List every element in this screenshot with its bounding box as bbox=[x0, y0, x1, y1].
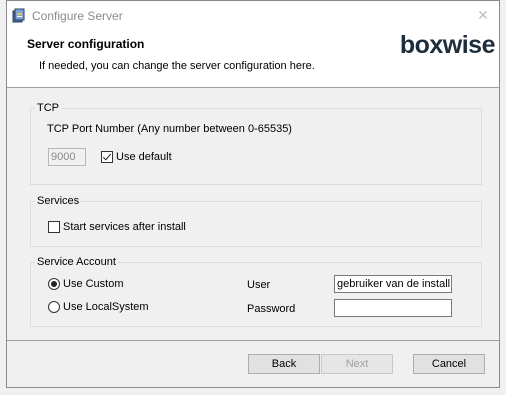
cancel-button[interactable]: Cancel bbox=[413, 354, 485, 374]
title-bar: Configure Server ✕ bbox=[7, 1, 499, 31]
page-subtitle: If needed, you can change the server con… bbox=[39, 60, 315, 72]
footer-divider bbox=[7, 340, 499, 341]
user-input[interactable]: gebruiker van de install bbox=[334, 275, 452, 293]
page-title: Server configuration bbox=[27, 37, 145, 51]
installer-icon bbox=[12, 8, 25, 23]
close-icon[interactable]: ✕ bbox=[475, 7, 491, 23]
password-label: Password bbox=[247, 303, 296, 315]
use-custom-label[interactable]: Use Custom bbox=[63, 278, 124, 290]
header-banner: Server configuration If needed, you can … bbox=[7, 31, 499, 87]
services-legend: Services bbox=[35, 195, 82, 207]
start-services-checkbox[interactable] bbox=[48, 221, 60, 233]
use-localsystem-label[interactable]: Use LocalSystem bbox=[63, 301, 149, 313]
configure-server-window: Configure Server ✕ Server configuration … bbox=[6, 0, 500, 388]
password-input[interactable] bbox=[334, 299, 452, 317]
use-default-label[interactable]: Use default bbox=[116, 151, 172, 163]
tcp-port-label: TCP Port Number (Any number between 0-65… bbox=[47, 123, 292, 135]
back-button[interactable]: Back bbox=[248, 354, 320, 374]
header-divider bbox=[7, 87, 499, 88]
next-button[interactable]: Next bbox=[321, 354, 393, 374]
tcp-group: TCP TCP Port Number (Any number between … bbox=[30, 102, 482, 185]
use-custom-radio[interactable] bbox=[48, 278, 60, 290]
start-services-label[interactable]: Start services after install bbox=[63, 221, 186, 233]
user-label: User bbox=[247, 279, 271, 291]
use-localsystem-radio[interactable] bbox=[48, 301, 60, 313]
tcp-port-input[interactable]: 9000 bbox=[48, 148, 86, 166]
tcp-legend: TCP bbox=[35, 102, 61, 114]
service-account-group: Service Account Use Custom Use LocalSyst… bbox=[30, 256, 482, 327]
boxwise-logo: boxwise bbox=[399, 31, 496, 59]
window-title: Configure Server bbox=[32, 9, 123, 23]
service-account-legend: Service Account bbox=[35, 256, 118, 268]
services-group: Services Start services after install bbox=[30, 195, 482, 247]
use-default-checkbox[interactable] bbox=[101, 151, 113, 163]
